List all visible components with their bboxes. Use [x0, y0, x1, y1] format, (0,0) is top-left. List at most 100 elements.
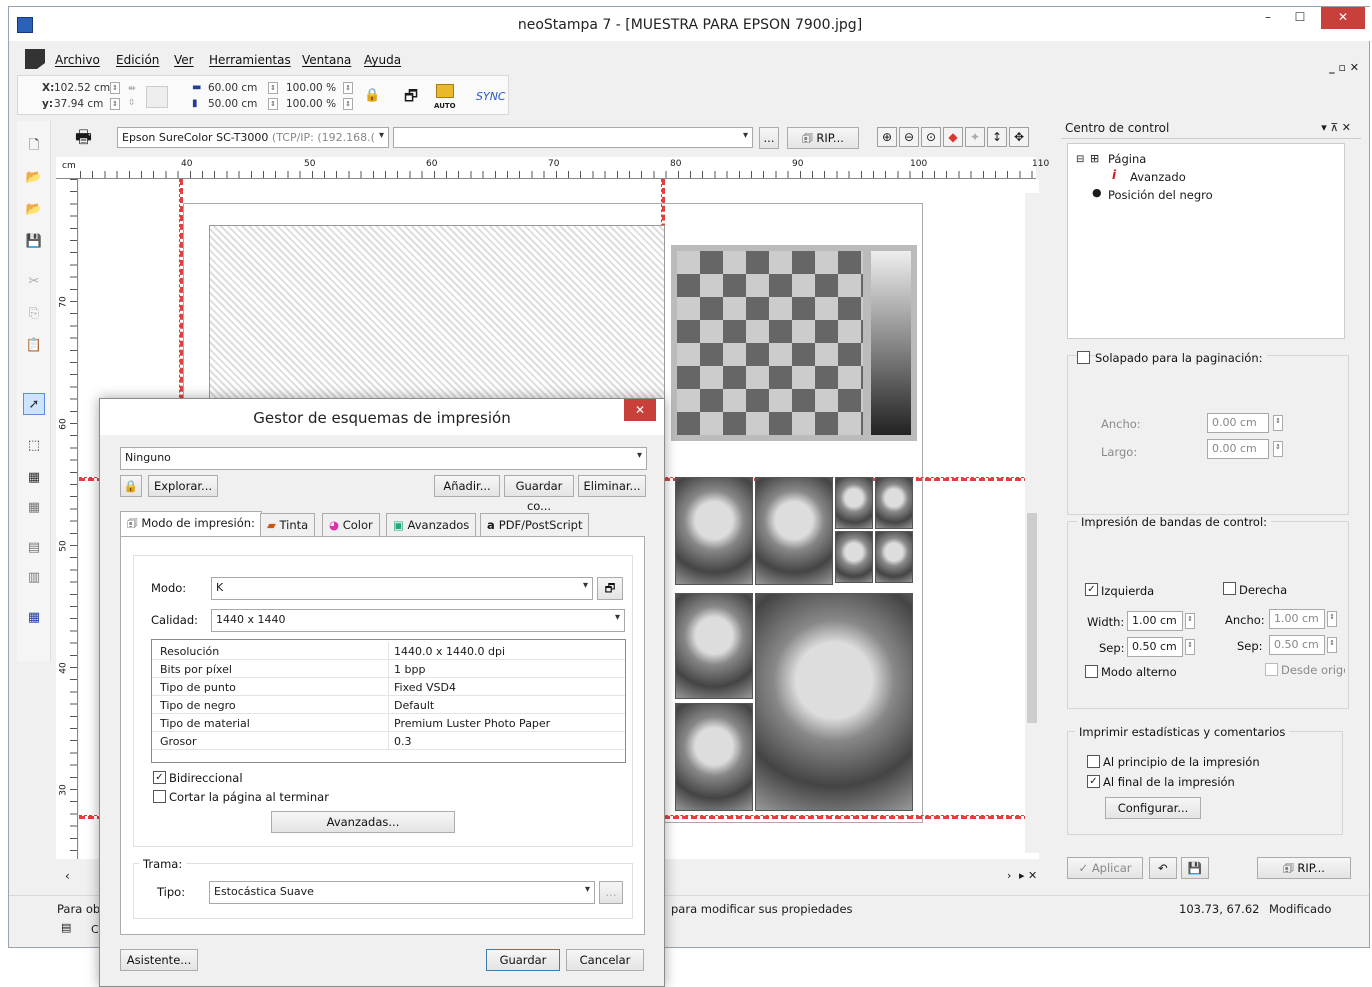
screen-options-button[interactable]: ...: [599, 881, 623, 904]
tree-item-page[interactable]: Página: [1108, 152, 1146, 166]
zoom-out-icon[interactable]: ⊖: [899, 127, 919, 147]
x-value[interactable]: 102.52 cm: [54, 82, 110, 94]
auto-folder-icon[interactable]: [436, 84, 454, 98]
left-band-checkbox[interactable]: ✓: [1085, 583, 1098, 596]
overlap-length-spinner[interactable]: ⇕: [1273, 441, 1283, 457]
doc-tab-icon[interactable]: ▤: [61, 921, 71, 934]
sync-button[interactable]: SYNC: [476, 90, 506, 103]
portrait-thumbnail[interactable]: [835, 531, 873, 583]
portrait-thumbnail[interactable]: [875, 477, 913, 529]
printer-select[interactable]: Epson SureColor SC-T3000 (TCP/IP: (192.1…: [117, 127, 389, 148]
menu-ayuda[interactable]: Ayuda: [364, 53, 401, 67]
band-width-field[interactable]: 1.00 cm: [1127, 611, 1183, 631]
rip-button[interactable]: 🗊 RIP...: [787, 127, 859, 149]
zoom-fit-icon[interactable]: ⊙: [921, 127, 941, 147]
width-value[interactable]: 60.00 cm: [208, 82, 257, 94]
band-width-spinner[interactable]: ⇕: [1185, 613, 1195, 629]
tree-expand-icon[interactable]: ⊟: [1076, 154, 1084, 165]
test-chart-image[interactable]: [671, 245, 917, 441]
image-icon[interactable]: ▦: [23, 467, 45, 489]
alt-mode-checkbox[interactable]: [1085, 665, 1098, 678]
scheme-select[interactable]: Ninguno ▾: [120, 447, 647, 470]
save-button[interactable]: Guardar: [486, 949, 560, 971]
printer-icon[interactable]: 🖶: [75, 125, 92, 155]
panel-rip-button[interactable]: 🗊 RIP...: [1257, 857, 1351, 879]
lock-scheme-icon[interactable]: 🔒: [120, 475, 142, 497]
ellipsis-button[interactable]: ...: [759, 127, 779, 149]
save-icon[interactable]: 💾: [23, 231, 45, 253]
panel-controls-icon[interactable]: ▾ ⊼ ✕: [1321, 121, 1351, 134]
cancel-button[interactable]: Cancelar: [566, 949, 644, 971]
overlap-width-spinner[interactable]: ⇕: [1273, 415, 1283, 431]
portrait-thumbnail[interactable]: [875, 531, 913, 583]
cut-page-checkbox[interactable]: [153, 790, 166, 803]
color-bars-icon[interactable]: ▦: [23, 607, 45, 629]
apply-button[interactable]: ✓ Aplicar: [1067, 857, 1143, 879]
configure-button[interactable]: Configurar...: [1105, 797, 1201, 819]
align-v-icon[interactable]: ⇳: [128, 98, 136, 108]
tab-ink[interactable]: ▰ Tinta: [260, 513, 316, 537]
band-sep-spinner[interactable]: ⇕: [1185, 639, 1195, 655]
scroll-left-icon[interactable]: ‹: [65, 869, 70, 883]
paste-icon[interactable]: 📋: [23, 335, 45, 357]
height-percent[interactable]: 100.00 %: [286, 98, 336, 110]
open-folder-icon[interactable]: 📂: [23, 167, 45, 189]
tree-item-advanced[interactable]: Avanzado: [1130, 170, 1186, 184]
tile-icon[interactable]: ▥: [23, 567, 45, 589]
tab-color[interactable]: ◕ Color: [322, 513, 380, 537]
queue-select[interactable]: ▾: [393, 127, 753, 148]
portrait-thumbnail[interactable]: [835, 477, 873, 529]
vertical-scrollbar[interactable]: [1025, 193, 1039, 853]
band-sep-field[interactable]: 0.50 cm: [1127, 637, 1183, 657]
zoom-select-icon[interactable]: ✦: [965, 127, 985, 147]
overlap-checkbox[interactable]: [1077, 351, 1090, 364]
document-icon[interactable]: [25, 49, 45, 69]
maximize-button[interactable]: ☐: [1285, 7, 1315, 29]
stats-end-checkbox[interactable]: ✓: [1087, 775, 1100, 788]
tab-advanced[interactable]: ▣ Avanzados: [386, 513, 477, 537]
mode-properties-icon[interactable]: 🗗: [597, 577, 623, 600]
portrait-large[interactable]: [755, 593, 913, 811]
dialog-close-button[interactable]: ✕: [624, 399, 656, 421]
y-value[interactable]: 37.94 cm: [54, 98, 103, 110]
properties-icon[interactable]: 🗗: [404, 86, 418, 111]
overlap-length-field[interactable]: 0.00 cm: [1207, 439, 1269, 459]
grid-icon[interactable]: ▦: [23, 497, 45, 519]
band-sep2-field[interactable]: 0.50 cm: [1269, 635, 1325, 655]
band-sep2-spinner[interactable]: ⇕: [1327, 637, 1337, 653]
portrait-thumbnail[interactable]: [675, 593, 753, 699]
origin-icon[interactable]: [146, 86, 168, 108]
minimize-button[interactable]: –: [1253, 7, 1283, 29]
wizard-button[interactable]: Asistente...: [120, 949, 198, 971]
align-h-icon[interactable]: ⇹: [128, 84, 136, 94]
y-spinner[interactable]: ⇕: [110, 98, 120, 110]
screen-type-select[interactable]: Estocástica Suave ▾: [209, 881, 595, 904]
layers-icon[interactable]: ▤: [23, 537, 45, 559]
overlap-width-field[interactable]: 0.00 cm: [1207, 413, 1269, 433]
zoom-in-icon[interactable]: ⊕: [877, 127, 897, 147]
menu-ventana[interactable]: Ventana: [302, 53, 351, 67]
portrait-thumbnail[interactable]: [755, 477, 833, 585]
width-pct-spinner[interactable]: ⇕: [343, 82, 353, 94]
cut-icon[interactable]: ✂: [23, 271, 45, 293]
crop-icon[interactable]: ⬚: [23, 435, 45, 457]
close-button[interactable]: ✕: [1321, 7, 1365, 29]
menu-herramientas[interactable]: Herramientas: [209, 53, 291, 67]
close-view-icon[interactable]: ▸ ✕: [1019, 869, 1037, 882]
lock-icon[interactable]: 🔒: [364, 88, 380, 103]
add-button[interactable]: Añadir...: [434, 475, 500, 497]
undo-icon[interactable]: ↶: [1149, 857, 1177, 879]
menu-ver[interactable]: Ver: [174, 53, 194, 67]
zoom-color-icon[interactable]: ◆: [943, 127, 963, 147]
open-folder2-icon[interactable]: 📂: [23, 199, 45, 221]
tab-print-mode[interactable]: 🗊 Modo de impresión:: [120, 511, 262, 537]
right-band-checkbox[interactable]: [1223, 582, 1236, 595]
portrait-thumbnail[interactable]: [675, 703, 753, 811]
x-spinner[interactable]: ⇕: [110, 82, 120, 94]
advanced-options-button[interactable]: Avanzadas...: [271, 811, 455, 833]
menu-archivo[interactable]: Archivo: [55, 53, 100, 67]
from-origin-checkbox[interactable]: [1265, 663, 1278, 676]
stats-start-checkbox[interactable]: [1087, 755, 1100, 768]
width-percent[interactable]: 100.00 %: [286, 82, 336, 94]
band-ancho-field[interactable]: 1.00 cm: [1269, 609, 1325, 629]
